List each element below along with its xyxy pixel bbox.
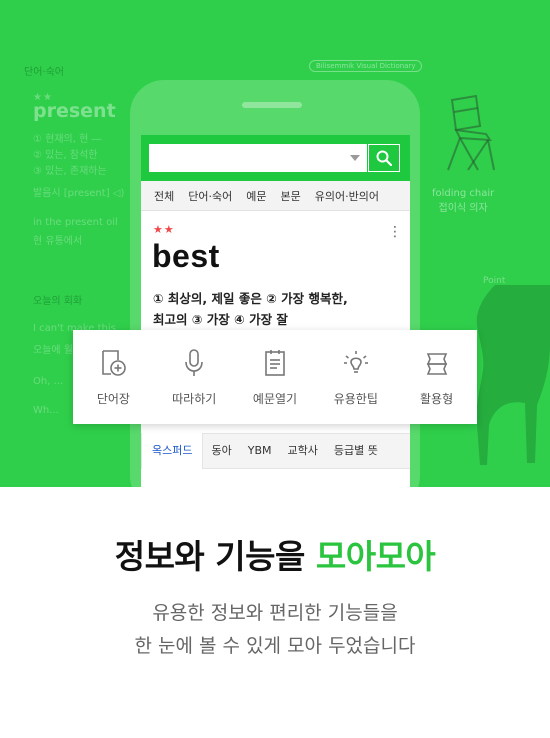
headline: 정보와 기능을 모아모아 — [0, 530, 550, 578]
phone-screen: 전체 단어·숙어 예문 본문 유의어·반의어 ★★ best ⋮ ① 최상의, … — [141, 135, 410, 487]
phone-speaker — [242, 102, 302, 108]
search-icon — [376, 150, 392, 166]
bg-chat-line: Wh... — [33, 405, 59, 416]
tab-examples[interactable]: 예문 — [239, 188, 273, 204]
bg-definition: ② 있는, 참석한 — [33, 150, 98, 161]
stack-icon — [426, 353, 447, 375]
bg-chat-line: Oh, ... — [33, 376, 64, 387]
feature-open-examples-button[interactable]: 예문열기 — [235, 330, 316, 424]
tab-synonyms-antonyms[interactable]: 유의어·반의어 — [308, 188, 386, 204]
subheadline: 한 눈에 볼 수 있게 모아 두었습니다 — [134, 635, 416, 657]
entry-word: best — [152, 238, 220, 274]
search-input[interactable] — [149, 144, 367, 172]
headline-accent: 모아모아 — [315, 537, 436, 576]
headline-text: 정보와 기능을 — [114, 537, 316, 576]
lightbulb-icon — [343, 351, 368, 373]
search-button[interactable] — [368, 144, 400, 172]
feature-label: 유용한팁 — [333, 392, 378, 406]
bg-chair-label: folding chair 접이식 의자 — [432, 186, 494, 216]
feature-label: 따라하기 — [172, 392, 217, 406]
entry-definition-line: ① 최상의, 제일 좋은 ② 가장 행복한, — [153, 291, 348, 306]
bg-definition: ① 현재의, 현 ― — [33, 134, 102, 145]
feature-conjugation-button[interactable]: 활용형 — [396, 330, 477, 424]
bg-definition: ③ 있는, 존재하는 — [33, 166, 107, 177]
document-list-icon — [265, 350, 285, 376]
tab-all[interactable]: 전체 — [141, 188, 181, 204]
bg-word: present — [33, 100, 116, 122]
dropdown-caret-icon[interactable] — [350, 155, 360, 161]
bg-section-label: 단어·숙어 — [24, 67, 64, 78]
bg-chair-label-ko: 접이식 의자 — [438, 203, 488, 214]
tab-level-meaning[interactable]: 등급별 뜻 — [326, 433, 386, 469]
tab-ybm[interactable]: YBM — [240, 433, 280, 469]
feature-label: 예문열기 — [252, 392, 298, 406]
folding-chair-illustration — [447, 94, 495, 171]
feature-repeat-button[interactable]: 따라하기 — [154, 330, 235, 424]
search-bar — [141, 135, 410, 181]
bg-chair-label-en: folding chair — [432, 188, 495, 199]
tab-body[interactable]: 본문 — [273, 188, 307, 204]
feature-tips-button[interactable]: 유용한팁 — [315, 330, 396, 424]
subheadline: 유용한 정보와 편리한 기능들을 — [152, 602, 398, 624]
bg-pronunciation: 발음시 [present] ◁) — [33, 188, 125, 199]
microphone-icon — [185, 349, 203, 376]
tab-donga[interactable]: 동아 — [203, 433, 239, 469]
wordbook-add-icon — [102, 350, 127, 376]
tab-words-idioms[interactable]: 단어·숙어 — [181, 188, 239, 204]
tab-kyohaksa[interactable]: 교학사 — [280, 433, 326, 469]
dictionary-source-tabs: 옥스퍼드 동아 YBM 교학사 등급별 뜻 — [141, 433, 410, 469]
bg-example: in the present oil — [33, 217, 118, 228]
feature-label: 단어장 — [96, 392, 130, 406]
bg-visual-badge: Bilisemmik Visual Dictionary — [309, 60, 423, 72]
bg-chat-title: 오늘의 회화 — [33, 296, 83, 307]
more-options-icon[interactable]: ⋮ — [388, 225, 402, 239]
entry-definition-line: 최고의 ③ 가장 ④ 가장 잘 — [153, 312, 288, 327]
result-tabs: 전체 단어·숙어 예문 본문 유의어·반의어 — [141, 181, 410, 211]
tab-oxford[interactable]: 옥스퍼드 — [141, 433, 204, 469]
bg-example: 현 유통에서 — [33, 236, 83, 247]
feature-wordbook-button[interactable]: 단어장 — [73, 330, 154, 424]
dictionary-entry: ★★ best ⋮ ① 최상의, 제일 좋은 ② 가장 행복한, 최고의 ③ 가… — [141, 211, 410, 331]
feature-card: 단어장 따라하기 예문열기 유용한팁 활용형 — [73, 330, 477, 424]
importance-stars: ★★ — [153, 223, 175, 236]
feature-label: 활용형 — [420, 392, 454, 406]
